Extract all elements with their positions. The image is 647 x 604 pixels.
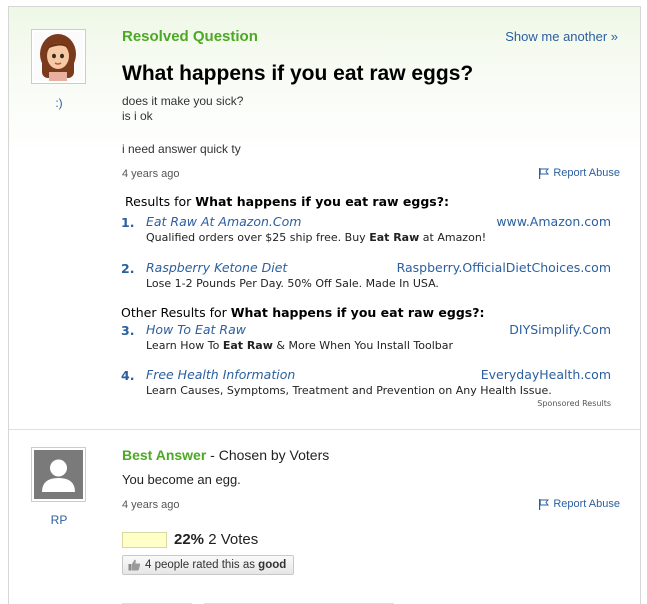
vote-summary: 22% 2 Votes: [122, 531, 258, 548]
section-divider: [9, 429, 640, 430]
results-header: Results for What happens if you eat raw …: [125, 194, 449, 209]
ad-url-link[interactable]: www.Amazon.com: [496, 214, 611, 229]
rating-text: 4 people rated this as good: [145, 559, 286, 571]
faded-results-header: [122, 599, 395, 604]
asker-avatar[interactable]: [31, 29, 86, 84]
ad-title-link[interactable]: Free Health Information: [146, 367, 295, 382]
other-results-header: Other Results for What happens if you ea…: [121, 305, 484, 320]
ad-description: Learn How To Eat Raw & More When You Ins…: [146, 339, 453, 352]
default-user-icon: [34, 450, 83, 499]
ad-desc-text: Learn Causes, Symptoms, Treatment and Pr…: [146, 384, 552, 397]
answerer-name-link[interactable]: RP: [29, 513, 89, 527]
answer-report-abuse-link[interactable]: Report Abuse: [538, 498, 620, 510]
asker-avatar-icon: [34, 32, 83, 81]
ad-desc-bold: Eat Raw: [369, 231, 420, 244]
flag-icon: [539, 167, 550, 179]
asker-name-link[interactable]: :): [29, 96, 89, 110]
main-panel: :) Resolved Question Show me another » W…: [8, 6, 641, 604]
thumbs-up-icon: [128, 559, 141, 571]
ad-number: 3.: [121, 323, 135, 338]
other-results-prefix: Other Results for: [121, 305, 231, 320]
ad-desc-text: & More When You Install Toolbar: [272, 339, 454, 352]
chosen-by-label: - Chosen by Voters: [206, 447, 330, 463]
ad-title-link[interactable]: How To Eat Raw: [146, 322, 246, 337]
answer-text: You become an egg.: [122, 472, 241, 487]
question-body-line: i need answer quick ty: [122, 142, 241, 156]
ad-desc-text: Qualified orders over $25 ship free. Buy: [146, 231, 370, 244]
ad-url-link[interactable]: EverydayHealth.com: [481, 367, 611, 382]
question-title: What happens if you eat raw eggs?: [122, 62, 474, 85]
report-abuse-label: Report Abuse: [553, 167, 620, 179]
resolved-question-label: Resolved Question: [122, 28, 258, 45]
results-header-prefix: Results for: [125, 194, 196, 209]
ad-number: 1.: [121, 215, 135, 230]
sponsored-results: Results for What happens if you eat raw …: [121, 192, 611, 408]
rating-button[interactable]: 4 people rated this as good: [122, 555, 295, 575]
answerer-avatar[interactable]: [31, 447, 86, 502]
other-results-query: What happens if you eat raw eggs?:: [230, 305, 485, 320]
question-section: :) Resolved Question Show me another » W…: [9, 7, 640, 427]
ad-title-link[interactable]: Raspberry Ketone Diet: [146, 260, 287, 275]
best-answer-label: Best Answer: [122, 447, 207, 463]
ad-url-link[interactable]: DIYSimplify.Com: [509, 322, 611, 337]
answer-timestamp: 4 years ago: [122, 499, 180, 511]
ad-title-link[interactable]: Eat Raw At Amazon.Com: [146, 214, 301, 229]
rating-prefix: 4 people rated this as: [145, 559, 259, 571]
flag-icon: [539, 498, 550, 510]
ad-number: 4.: [121, 368, 135, 383]
vote-percent: 22%: [174, 531, 205, 548]
vote-text: 22% 2 Votes: [174, 531, 258, 548]
ad-description: Lose 1-2 Pounds Per Day. 50% Off Sale. M…: [146, 277, 439, 290]
question-body-line: does it make you sick?: [122, 94, 244, 108]
results-header-query: What happens if you eat raw eggs?:: [195, 194, 449, 209]
best-answer-heading: Best Answer - Chosen by Voters: [122, 447, 329, 463]
rating-value: good: [258, 559, 287, 571]
ad-description: Qualified orders over $25 ship free. Buy…: [146, 231, 486, 244]
vote-bar: [122, 531, 167, 548]
vote-count: 2 Votes: [208, 531, 259, 548]
ad-description: Learn Causes, Symptoms, Treatment and Pr…: [146, 384, 552, 397]
report-abuse-label: Report Abuse: [553, 498, 620, 510]
ad-url-link[interactable]: Raspberry.OfficialDietChoices.com: [397, 260, 611, 275]
report-abuse-link[interactable]: Report Abuse: [538, 167, 620, 179]
question-timestamp: 4 years ago: [122, 168, 180, 180]
ad-number: 2.: [121, 261, 135, 276]
sponsored-results-label: Sponsored Results: [537, 399, 611, 408]
ad-desc-bold: Eat Raw: [222, 339, 273, 352]
show-another-link[interactable]: Show me another »: [505, 29, 618, 44]
ad-desc-text: Lose 1-2 Pounds Per Day. 50% Off Sale. M…: [146, 277, 439, 290]
ad-desc-text: Learn How To: [146, 339, 223, 352]
ad-desc-text: at Amazon!: [419, 231, 487, 244]
question-body-line: is i ok: [122, 109, 153, 123]
